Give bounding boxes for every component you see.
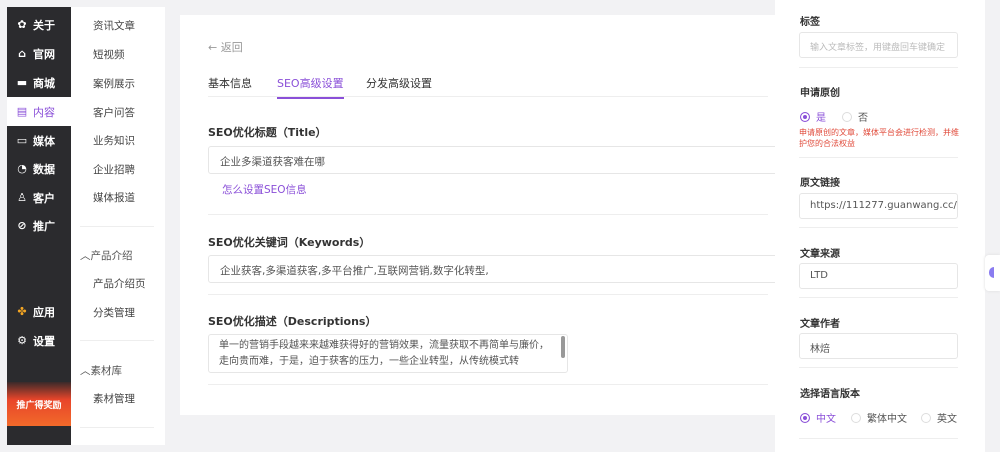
- source-input[interactable]: LTD: [799, 263, 958, 289]
- seo-title-label: SEO优化标题（Title）: [208, 126, 327, 139]
- nav-media[interactable]: ▭ 媒体: [7, 126, 71, 155]
- divider: [208, 214, 768, 215]
- tab-distribution-settings[interactable]: 分发高级设置: [366, 75, 432, 91]
- submenu-item[interactable]: 素材管理: [93, 391, 135, 406]
- nav-content[interactable]: ▤ 内容: [7, 97, 71, 126]
- tags-label: 标签: [800, 17, 820, 28]
- back-link[interactable]: ← 返回: [208, 39, 243, 55]
- original-link-input[interactable]: https://111277.guanwang.cc/arti: [799, 193, 958, 219]
- apps-icon: ✤: [17, 305, 27, 318]
- tab-underline: [208, 96, 768, 97]
- submenu-group-materials[interactable]: ︿素材库: [80, 363, 122, 378]
- link-label: 原文链接: [800, 178, 840, 189]
- video-icon: ▭: [16, 134, 28, 147]
- chart-icon: ◔: [17, 162, 27, 175]
- nav-about[interactable]: ✿ 关于: [7, 10, 71, 39]
- seo-title-input[interactable]: 企业多渠道获客难在哪: [208, 146, 778, 174]
- keywords-label: SEO优化关键词（Keywords）: [208, 236, 371, 249]
- nav-settings[interactable]: ⚙ 设置: [7, 326, 71, 355]
- nav-apps[interactable]: ✤ 应用: [7, 297, 71, 326]
- nav-promote[interactable]: ⊘ 推广: [7, 211, 71, 240]
- nav-data[interactable]: ◔ 数据: [7, 154, 71, 183]
- lang-zh-radio[interactable]: 中文: [800, 410, 836, 425]
- description-textarea[interactable]: 单一的营销手段越来来越难获得好的营销效果，流量获取不再简单与廉价，走向贵而难，于…: [208, 334, 568, 373]
- tags-input[interactable]: 输入文章标签，用键盘回车键确定: [799, 32, 958, 58]
- original-no-radio[interactable]: 否: [842, 109, 868, 124]
- submenu-item[interactable]: 资讯文章: [93, 18, 135, 33]
- author-input[interactable]: 林焙: [799, 333, 958, 359]
- promo-banner[interactable]: 推广得奖励: [7, 382, 71, 426]
- submenu-item[interactable]: 企业招聘: [93, 162, 135, 177]
- submenu-item[interactable]: 客户问答: [93, 105, 135, 120]
- divider: [799, 438, 958, 439]
- language-label: 选择语言版本: [800, 389, 860, 400]
- divider: [80, 427, 154, 428]
- home-icon: ⌂: [18, 47, 26, 60]
- seo-help-link[interactable]: 怎么设置SEO信息: [222, 182, 307, 197]
- submenu-item[interactable]: 分类管理: [93, 305, 135, 320]
- divider: [80, 226, 154, 227]
- paperclip-icon: ⊘: [17, 219, 27, 232]
- divider: [799, 367, 958, 368]
- submenu-group-products[interactable]: ︿产品介绍: [80, 248, 133, 263]
- gear-icon: ✿: [17, 18, 27, 31]
- divider: [208, 384, 768, 385]
- store-icon: ▬: [16, 76, 28, 89]
- lang-zh-tw-radio[interactable]: 繁体中文: [851, 410, 907, 425]
- nav-store[interactable]: ▬ 商城: [7, 68, 71, 97]
- side-drawer-handle[interactable]: [985, 255, 1000, 291]
- settings-icon: ⚙: [17, 334, 27, 347]
- submenu-item[interactable]: 短视频: [93, 47, 125, 62]
- description-label: SEO优化描述（Descriptions）: [208, 315, 377, 328]
- divider: [80, 340, 154, 341]
- original-warning: 申请原创的文章，媒体平台会进行检测，并维护您的合法权益: [799, 128, 959, 148]
- submenu-item[interactable]: 案例展示: [93, 76, 135, 91]
- divider: [799, 67, 958, 68]
- arrow-left-icon: ←: [208, 41, 221, 54]
- handle-icon: [989, 267, 994, 278]
- document-icon: ▤: [16, 105, 28, 118]
- submenu-item[interactable]: 业务知识: [93, 133, 135, 148]
- nav-website[interactable]: ⌂ 官网: [7, 39, 71, 68]
- divider: [799, 227, 958, 228]
- textarea-scrollbar[interactable]: [561, 336, 565, 358]
- original-label: 申请原创: [800, 88, 840, 99]
- original-yes-radio[interactable]: 是: [800, 109, 826, 124]
- tab-basic-info[interactable]: 基本信息: [208, 75, 252, 91]
- author-label: 文章作者: [800, 319, 840, 330]
- lang-en-radio[interactable]: 英文: [921, 410, 957, 425]
- divider: [799, 297, 958, 298]
- divider: [208, 294, 768, 295]
- source-label: 文章来源: [800, 249, 840, 260]
- submenu-item[interactable]: 产品介绍页: [93, 276, 146, 291]
- keywords-input[interactable]: 企业获客,多渠道获客,多平台推广,互联网营销,数字化转型,: [208, 255, 778, 283]
- user-icon: ♙: [17, 191, 27, 204]
- divider: [799, 157, 958, 158]
- submenu-item[interactable]: 媒体报道: [93, 190, 135, 205]
- nav-customer[interactable]: ♙ 客户: [7, 183, 71, 212]
